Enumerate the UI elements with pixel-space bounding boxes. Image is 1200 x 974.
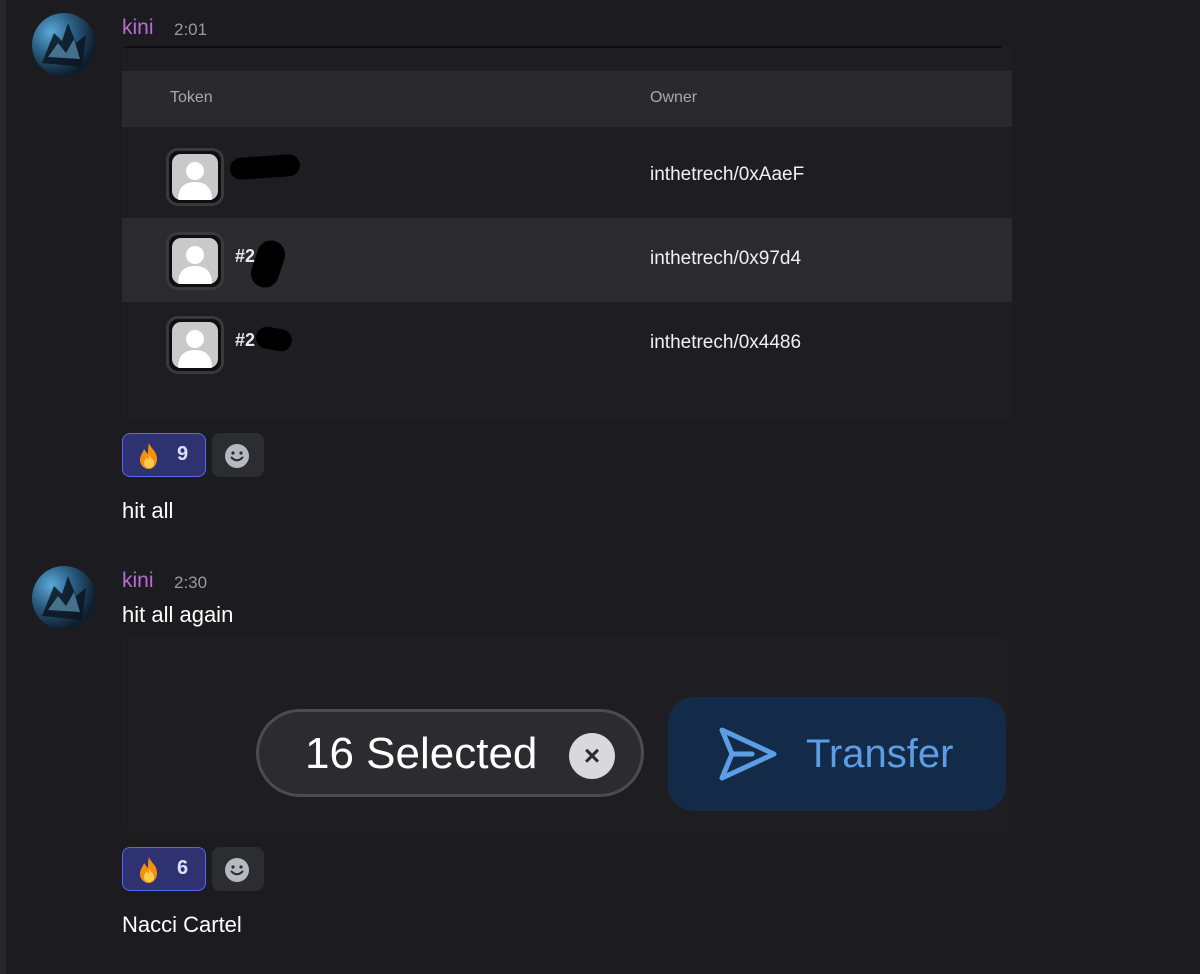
timestamp[interactable]: 2:30 — [174, 570, 207, 596]
table-header: Token Owner — [122, 71, 1012, 127]
image-embed-token-table[interactable]: Token Owner inthetrech/0xAaeF #2 inthetr… — [122, 46, 1012, 420]
server-sidebar-edge — [0, 0, 6, 974]
close-icon: × — [583, 740, 601, 771]
fire-emoji-icon — [140, 443, 157, 469]
owner-address: inthetrech/0xAaeF — [650, 164, 805, 185]
smiley-add-icon — [225, 444, 249, 468]
table-row[interactable]: #2 inthetrech/0x97d4 — [122, 218, 1012, 302]
embed-divider — [122, 46, 1002, 48]
token-thumbnail — [166, 316, 224, 374]
transfer-label: Transfer — [806, 732, 954, 776]
image-embed-transfer[interactable]: 16 Selected × Transfer — [122, 636, 1008, 832]
fire-emoji-icon — [140, 857, 157, 883]
table-row[interactable]: #2 inthetrech/0x4486 — [122, 302, 1012, 386]
default-user-icon — [178, 330, 212, 368]
table-row[interactable]: inthetrech/0xAaeF — [122, 134, 1012, 218]
add-reaction-button[interactable] — [212, 847, 264, 891]
fire-reaction-button[interactable]: 6 — [122, 847, 206, 891]
message-text: hit all — [122, 498, 174, 523]
selection-pill: 16 Selected × — [256, 709, 644, 797]
message-text: hit all again — [122, 602, 234, 627]
column-header-token: Token — [170, 89, 213, 106]
send-icon — [719, 727, 777, 781]
clear-selection-button[interactable]: × — [569, 733, 615, 779]
smiley-add-icon — [225, 858, 249, 882]
default-user-icon — [178, 162, 212, 200]
user-avatar[interactable] — [32, 566, 96, 630]
timestamp[interactable]: 2:01 — [174, 17, 207, 43]
owner-address: inthetrech/0x97d4 — [650, 248, 802, 269]
token-thumbnail — [166, 232, 224, 290]
token-id: #2 — [235, 330, 256, 350]
token-thumbnail — [166, 148, 224, 206]
message-text: Nacci Cartel — [122, 912, 242, 937]
redaction-scribble — [229, 153, 301, 181]
default-user-icon — [178, 246, 212, 284]
username[interactable]: kini — [122, 15, 154, 41]
reaction-count: 9 — [177, 443, 189, 465]
selected-count-label: 16 Selected — [305, 729, 538, 778]
avatar-image — [42, 23, 86, 67]
column-header-owner: Owner — [650, 89, 698, 106]
redaction-scribble — [254, 325, 294, 353]
fire-reaction-button[interactable]: 9 — [122, 433, 206, 477]
reaction-count: 6 — [177, 857, 189, 879]
username[interactable]: kini — [122, 568, 154, 594]
user-avatar[interactable] — [32, 13, 96, 77]
transfer-button[interactable]: Transfer — [668, 697, 1006, 811]
owner-address: inthetrech/0x4486 — [650, 332, 802, 353]
add-reaction-button[interactable] — [212, 433, 264, 477]
avatar-image — [42, 576, 86, 620]
redaction-scribble — [247, 236, 289, 292]
